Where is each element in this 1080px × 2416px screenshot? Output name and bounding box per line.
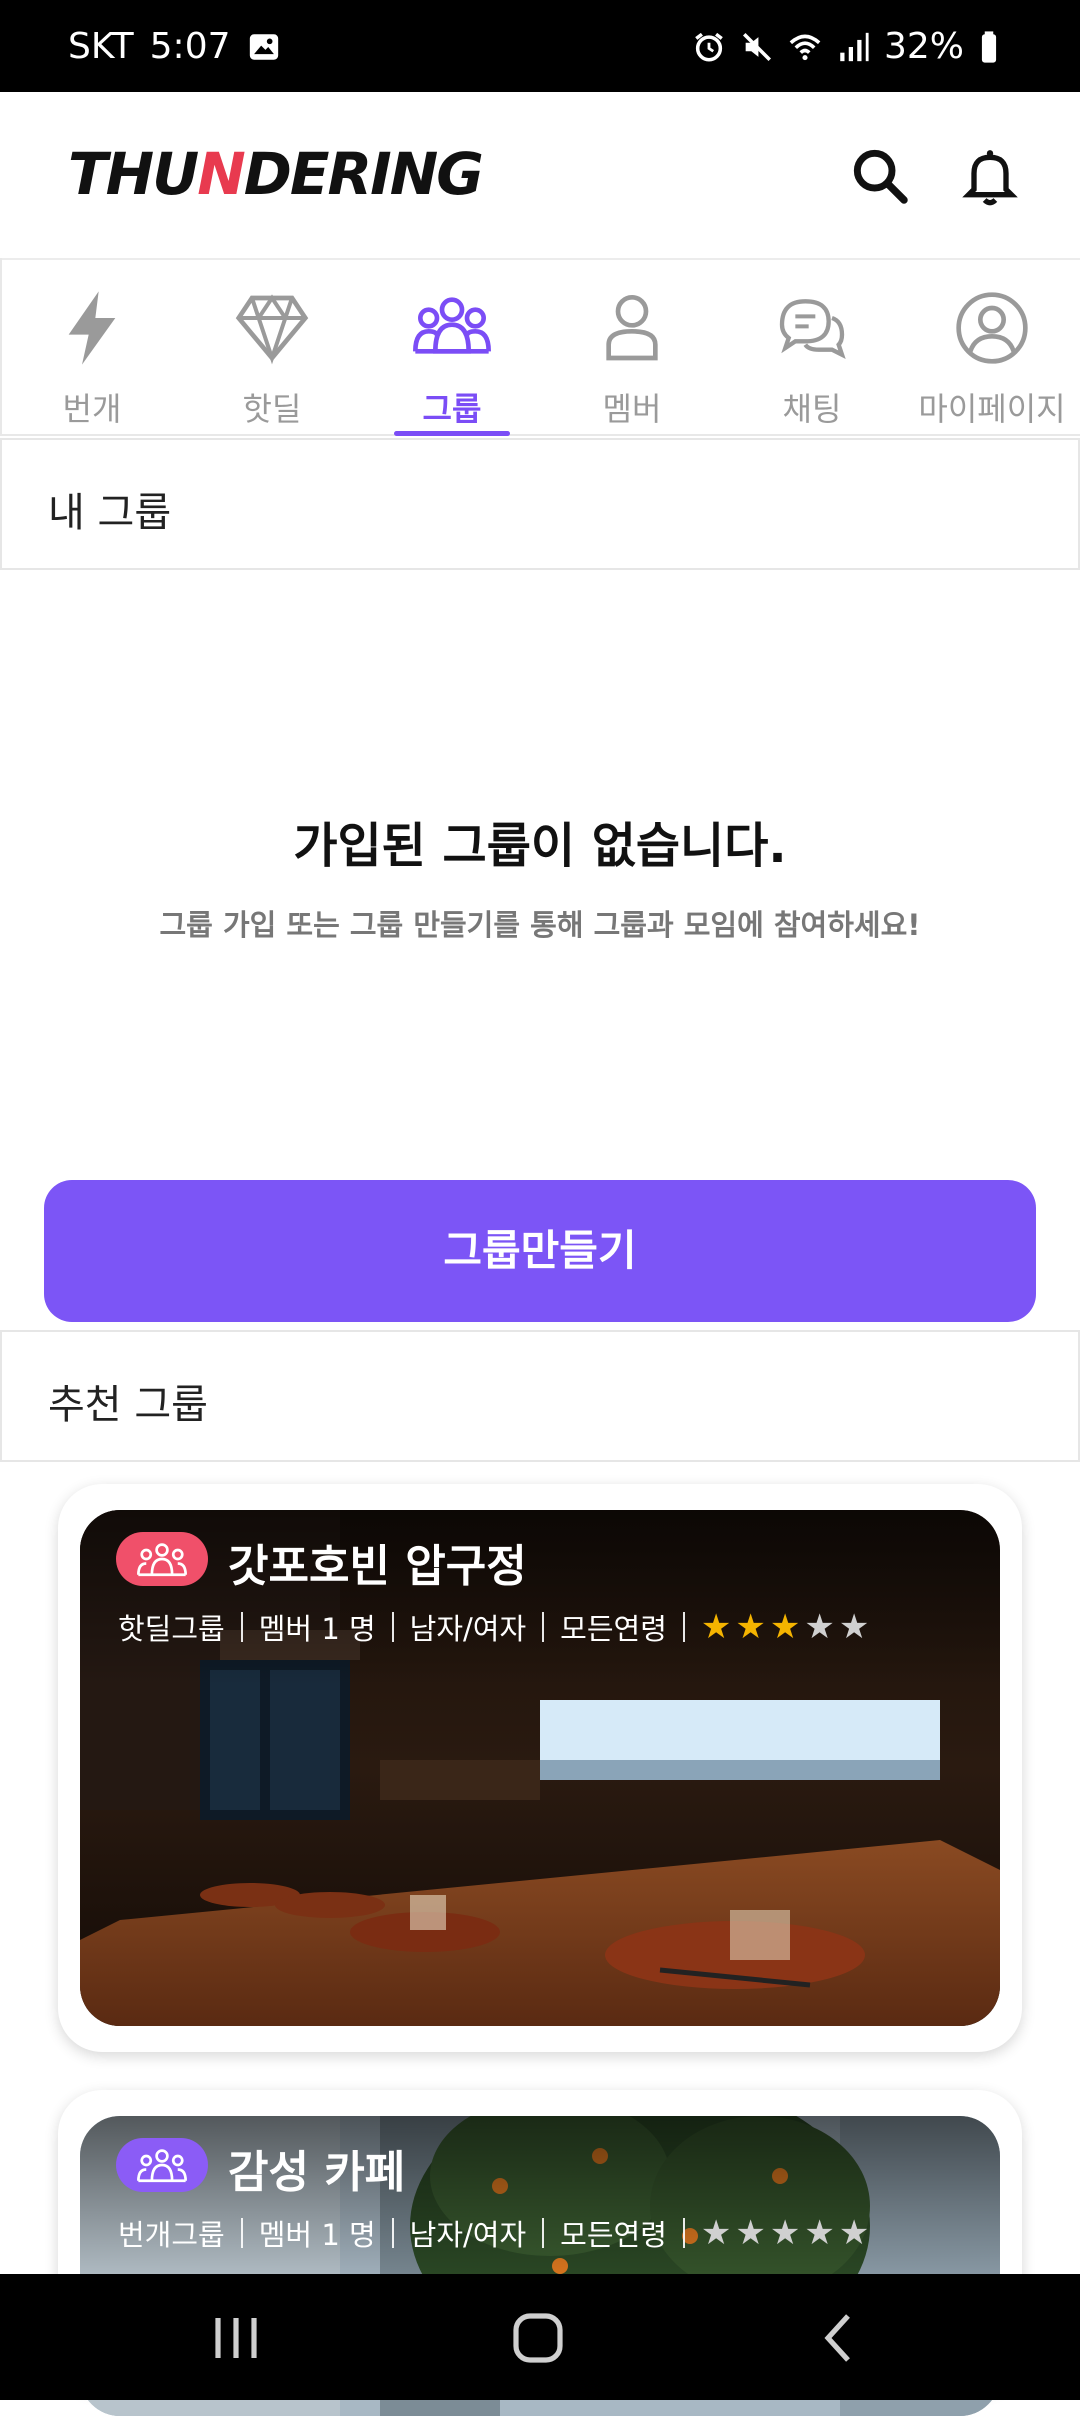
tab-mypage[interactable]: 마이페이지 <box>902 258 1080 436</box>
group-icon <box>137 1543 187 1577</box>
group-card-image: 갓포호빈 압구정 핫딜그룹 멤버 1 명 남자/여자 모든연령 ★ ★ ★ ★ ★ <box>80 1510 1000 2026</box>
member-count: 멤버 1 명 <box>258 1612 376 1646</box>
system-nav-bar <box>0 2274 1080 2400</box>
star-empty-icon: ★ <box>769 2213 801 2253</box>
gallery-icon <box>249 33 278 60</box>
lightning-icon <box>68 291 116 365</box>
mute-icon <box>742 32 771 61</box>
group-icon <box>413 297 491 354</box>
active-tab-indicator <box>394 431 510 436</box>
divider <box>391 2218 394 2248</box>
diamond-icon <box>235 294 309 365</box>
divider <box>682 1612 685 1642</box>
back-icon[interactable] <box>810 2312 870 2364</box>
divider <box>391 1612 394 1642</box>
signal-icon <box>840 32 869 61</box>
star-filled-icon: ★ <box>700 1607 732 1647</box>
group-icon <box>137 2149 187 2183</box>
person-icon <box>606 295 658 361</box>
carrier-label: SKT <box>68 26 134 67</box>
tab-label: 그룹 <box>422 390 482 428</box>
category-tabs: 번개 핫딜 그룹 멤버 채팅 마이페이지 <box>0 258 1080 436</box>
gender-tag: 남자/여자 <box>409 2218 527 2252</box>
group-badge <box>116 1532 208 1586</box>
tab-lightning[interactable]: 번개 <box>2 258 182 436</box>
tab-label: 핫딜 <box>242 390 302 428</box>
group-title: 갓포호빈 압구정 <box>228 1541 527 1592</box>
divider <box>240 2218 243 2248</box>
card-header-overlay: 갓포호빈 압구정 핫딜그룹 멤버 1 명 남자/여자 모든연령 ★ ★ ★ ★ ★ <box>80 1510 1000 1686</box>
wifi-icon <box>789 34 821 60</box>
divider <box>682 2218 685 2248</box>
section-title: 추천 그룹 <box>48 1382 208 1428</box>
recommended-groups-header: 추천 그룹 <box>0 1330 1080 1462</box>
tab-member[interactable]: 멤버 <box>542 258 722 436</box>
tab-hotdeal[interactable]: 핫딜 <box>182 258 362 436</box>
clock: 5:07 <box>149 26 231 67</box>
tab-label: 채팅 <box>782 390 842 428</box>
rating-stars: ★ ★ ★ ★ ★ <box>701 1610 869 1644</box>
gender-tag: 남자/여자 <box>409 1612 527 1646</box>
battery-percent: 32% <box>883 26 964 67</box>
group-type: 번개그룹 <box>118 2218 225 2252</box>
star-filled-icon: ★ <box>769 1607 801 1647</box>
create-group-button[interactable]: 그룹만들기 <box>44 1180 1036 1322</box>
tab-group[interactable]: 그룹 <box>362 258 542 436</box>
home-icon[interactable] <box>508 2312 568 2364</box>
recent-apps-icon[interactable] <box>206 2312 266 2364</box>
star-empty-icon: ★ <box>804 2213 835 2253</box>
divider <box>542 1612 545 1642</box>
star-empty-icon: ★ <box>700 2213 732 2253</box>
app-logo: THUNDERING <box>68 140 484 208</box>
divider <box>240 1612 243 1642</box>
bell-icon[interactable] <box>958 144 1022 208</box>
section-title: 내 그룹 <box>48 490 172 536</box>
divider <box>542 2218 545 2248</box>
group-type: 핫딜그룹 <box>118 1612 225 1646</box>
battery-icon <box>981 30 997 63</box>
star-empty-icon: ★ <box>838 2213 870 2253</box>
tab-label: 번개 <box>62 390 122 428</box>
age-tag: 모든연령 <box>560 1612 667 1646</box>
group-title: 감성 카페 <box>228 2147 406 2198</box>
empty-state-subtitle: 그룹 가입 또는 그룹 만들기를 통해 그룹과 모임에 참여하세요! <box>159 908 921 942</box>
status-bar: SKT 5:07 32% <box>0 0 1080 92</box>
tab-chat[interactable]: 채팅 <box>722 258 902 436</box>
star-empty-icon: ★ <box>804 1607 835 1647</box>
member-count: 멤버 1 명 <box>258 2218 376 2252</box>
search-icon[interactable] <box>848 144 912 208</box>
chat-icon <box>779 299 846 359</box>
group-badge <box>116 2138 208 2192</box>
tab-label: 마이페이지 <box>918 390 1066 428</box>
star-empty-icon: ★ <box>735 2213 766 2253</box>
group-meta: 번개그룹 멤버 1 명 남자/여자 모든연령 ★ ★ ★ ★ ★ <box>118 2212 869 2254</box>
app-header: THUNDERING <box>0 92 1080 260</box>
alarm-icon <box>695 32 723 62</box>
star-filled-icon: ★ <box>735 1607 766 1647</box>
my-groups-header: 내 그룹 <box>0 438 1080 570</box>
rating-stars: ★ ★ ★ ★ ★ <box>701 2216 869 2250</box>
tab-label: 멤버 <box>602 390 662 428</box>
group-card[interactable]: 갓포호빈 압구정 핫딜그룹 멤버 1 명 남자/여자 모든연령 ★ ★ ★ ★ ★ <box>58 1484 1022 2052</box>
group-meta: 핫딜그룹 멤버 1 명 남자/여자 모든연령 ★ ★ ★ ★ ★ <box>118 1606 869 1648</box>
age-tag: 모든연령 <box>560 2218 667 2252</box>
star-empty-icon: ★ <box>838 1607 870 1647</box>
card-header-overlay: 감성 카페 번개그룹 멤버 1 명 남자/여자 모든연령 ★ ★ ★ ★ ★ <box>80 2116 1000 2292</box>
empty-state-title: 가입된 그룹이 없습니다. <box>293 818 787 874</box>
profile-icon <box>956 292 1028 364</box>
